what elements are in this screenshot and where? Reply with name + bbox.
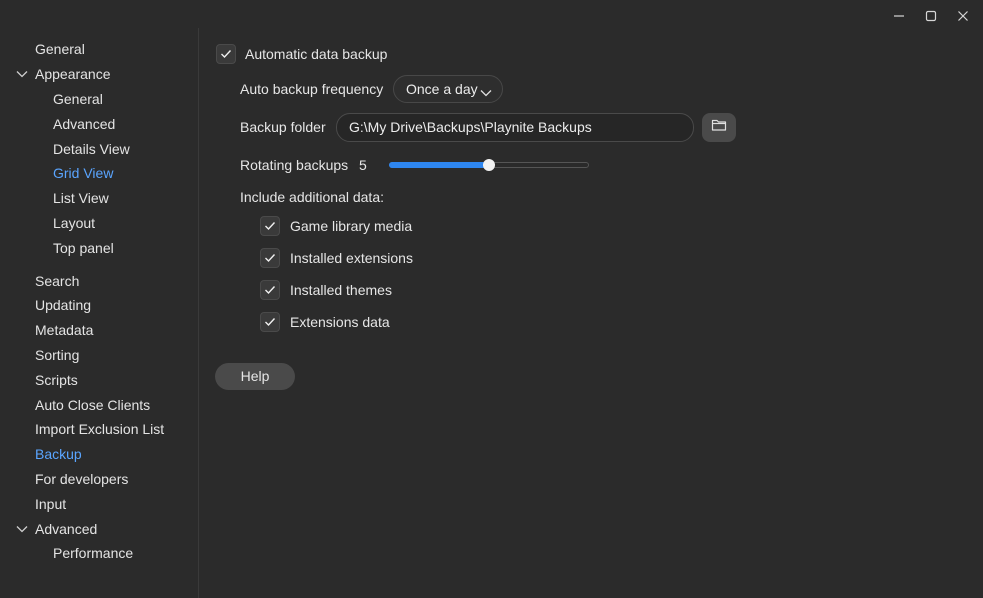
sidebar-item-grid-view[interactable]: Grid View — [53, 161, 113, 185]
rotating-backups-slider[interactable] — [389, 159, 589, 171]
window-controls — [883, 4, 979, 28]
maximize-icon — [925, 10, 937, 22]
chevron-down-icon[interactable] — [16, 62, 28, 86]
frequency-dropdown[interactable]: Once a day — [393, 75, 503, 103]
sidebar-item-metadata[interactable]: Metadata — [35, 318, 93, 342]
sidebar-item-input[interactable]: Input — [35, 492, 66, 516]
sidebar-item-appearance-general[interactable]: General — [53, 87, 103, 111]
sidebar-item-sorting[interactable]: Sorting — [35, 343, 79, 367]
sidebar-item-import-exclusion-list[interactable]: Import Exclusion List — [35, 417, 164, 441]
sidebar-item-details-view[interactable]: Details View — [53, 137, 130, 161]
minimize-icon — [893, 10, 905, 22]
game-library-media-checkbox[interactable] — [260, 216, 280, 236]
sidebar-item-auto-close-clients[interactable]: Auto Close Clients — [35, 393, 150, 417]
chevron-down-icon — [480, 84, 492, 100]
auto-backup-checkbox[interactable] — [216, 44, 236, 64]
settings-window: General Appearance General Advanced Deta… — [0, 0, 983, 598]
slider-thumb[interactable] — [483, 159, 495, 171]
installed-extensions-label: Installed extensions — [290, 250, 413, 266]
sidebar-item-search[interactable]: Search — [35, 269, 79, 293]
checkmark-icon — [220, 49, 232, 59]
folder-icon — [711, 118, 727, 137]
checkmark-icon — [264, 253, 276, 263]
auto-backup-label: Automatic data backup — [245, 46, 388, 62]
sidebar-item-layout[interactable]: Layout — [53, 211, 95, 235]
extensions-data-label: Extensions data — [290, 314, 390, 330]
sidebar-item-appearance[interactable]: Appearance — [35, 62, 111, 86]
installed-themes-checkbox[interactable] — [260, 280, 280, 300]
sidebar-item-appearance-advanced[interactable]: Advanced — [53, 112, 115, 136]
installed-themes-label: Installed themes — [290, 282, 392, 298]
sidebar-item-list-view[interactable]: List View — [53, 186, 109, 210]
checkmark-icon — [264, 317, 276, 327]
installed-extensions-checkbox[interactable] — [260, 248, 280, 268]
checkmark-icon — [264, 221, 276, 231]
backup-settings-panel: Automatic data backup Auto backup freque… — [199, 28, 983, 598]
sidebar-item-performance[interactable]: Performance — [53, 541, 133, 565]
sidebar-item-top-panel[interactable]: Top panel — [53, 236, 114, 260]
game-library-media-label: Game library media — [290, 218, 413, 234]
close-button[interactable] — [947, 4, 979, 28]
browse-folder-button[interactable] — [702, 113, 736, 142]
rotating-backups-label: Rotating backups — [240, 157, 349, 173]
frequency-value: Once a day — [406, 81, 478, 97]
maximize-button[interactable] — [915, 4, 947, 28]
backup-folder-label: Backup folder — [240, 119, 326, 135]
sidebar-item-general[interactable]: General — [35, 37, 85, 61]
checkmark-icon — [264, 285, 276, 295]
extensions-data-checkbox[interactable] — [260, 312, 280, 332]
close-icon — [957, 10, 969, 22]
minimize-button[interactable] — [883, 4, 915, 28]
sidebar-item-updating[interactable]: Updating — [35, 293, 91, 317]
sidebar-item-backup[interactable]: Backup — [35, 442, 82, 466]
sidebar-item-scripts[interactable]: Scripts — [35, 368, 78, 392]
sidebar-item-for-developers[interactable]: For developers — [35, 467, 128, 491]
slider-fill — [389, 162, 489, 168]
rotating-backups-value: 5 — [359, 157, 367, 173]
help-button[interactable]: Help — [215, 363, 295, 390]
include-additional-label: Include additional data: — [240, 189, 384, 205]
frequency-label: Auto backup frequency — [240, 81, 384, 97]
sidebar-item-advanced[interactable]: Advanced — [35, 517, 97, 541]
settings-sidebar: General Appearance General Advanced Deta… — [0, 28, 199, 598]
chevron-down-icon[interactable] — [16, 517, 28, 541]
backup-folder-input[interactable]: G:\My Drive\Backups\Playnite Backups — [336, 113, 694, 142]
